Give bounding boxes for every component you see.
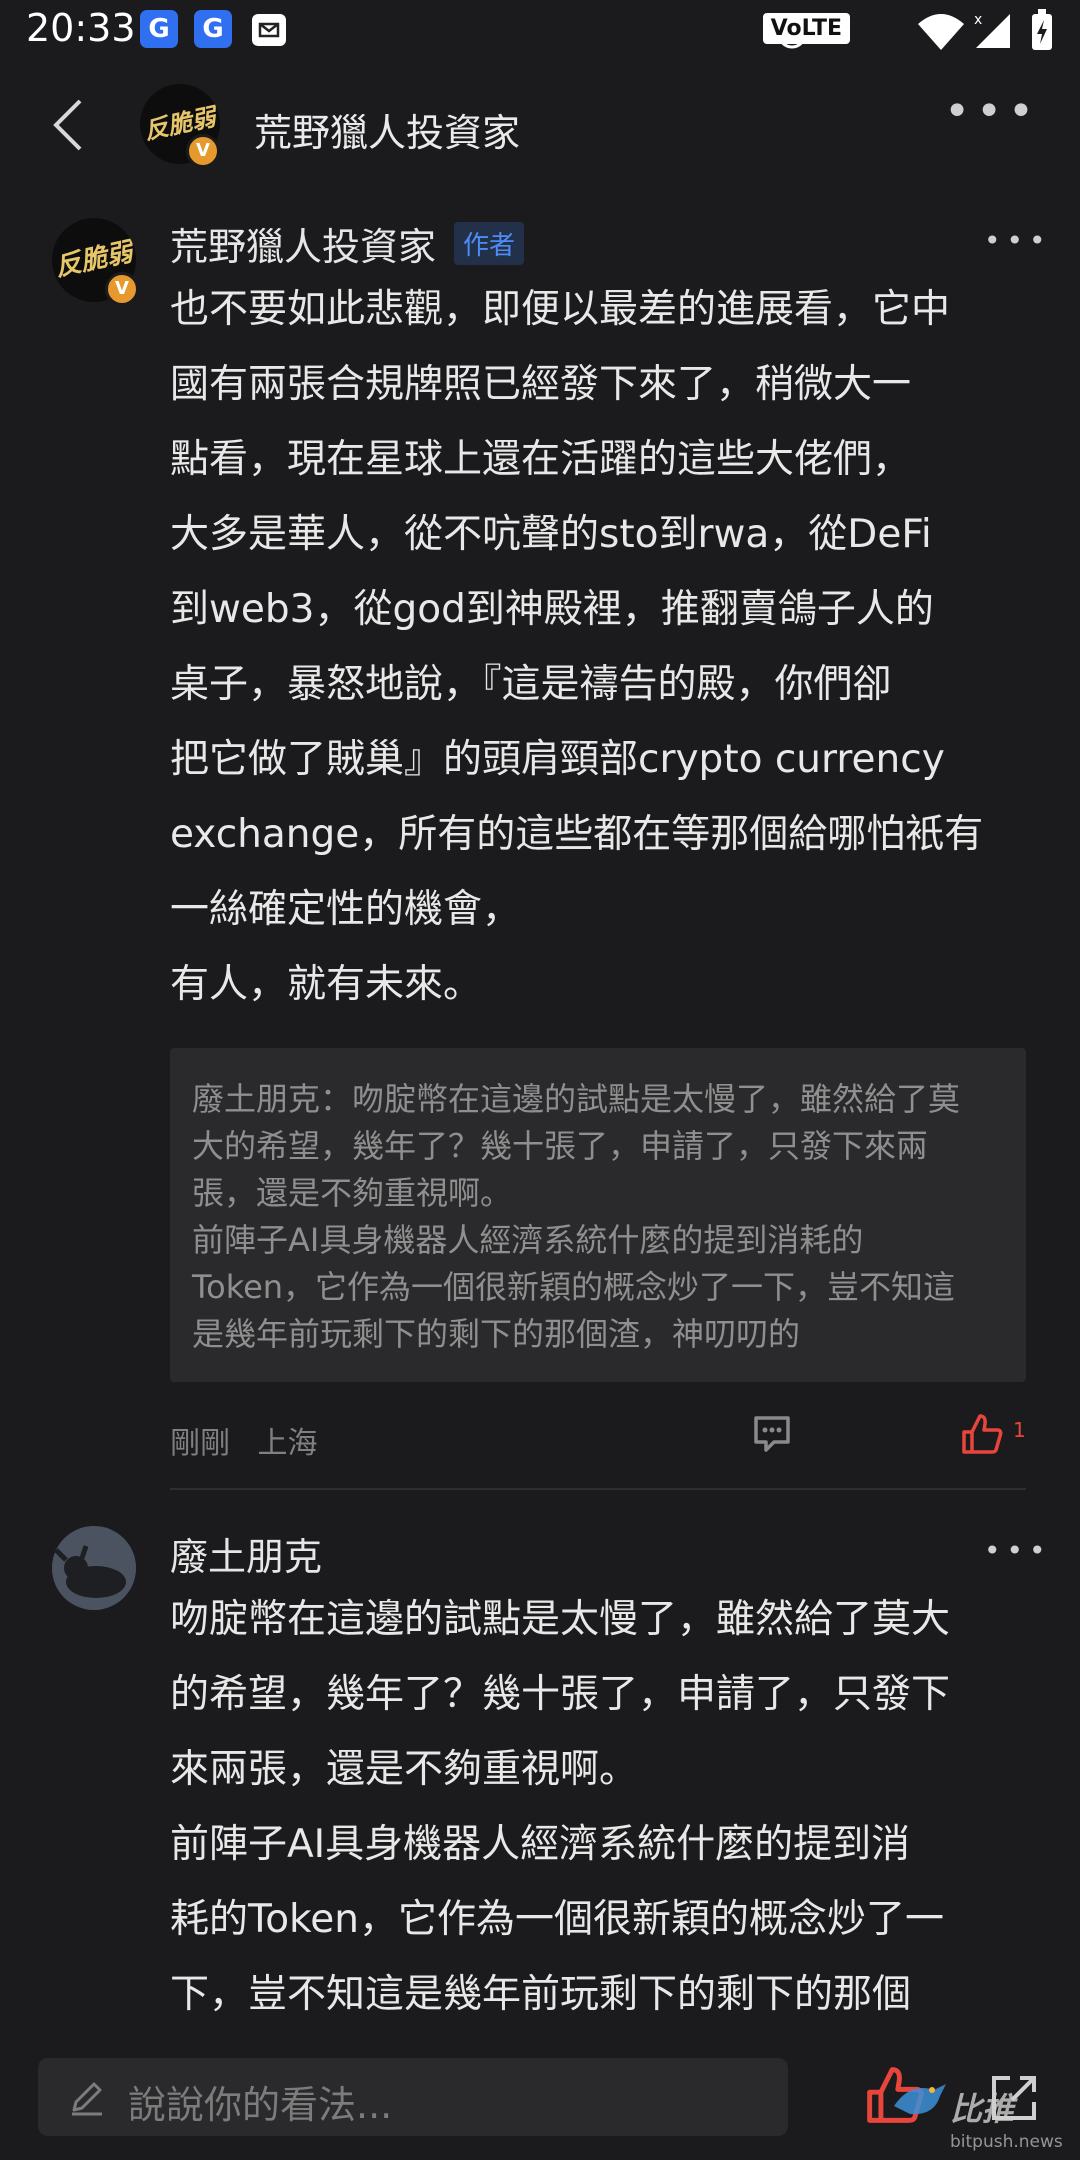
svg-text:x: x xyxy=(974,12,982,28)
comment-more-icon[interactable]: ••• xyxy=(984,1534,1052,1567)
verified-icon: V xyxy=(105,272,139,306)
comment-author[interactable]: 荒野獵人投資家 xyxy=(170,216,436,271)
comment-body: 也不要如此悲觀，即便以最差的進展看，它中 國有兩張合規牌照已經發下來了，稍微大一… xyxy=(170,287,984,1007)
top-bar: 反脆弱 V 荒野獵人投資家 ••• xyxy=(0,62,1080,192)
like-icon[interactable] xyxy=(960,1412,1004,1456)
app-g-icon: G xyxy=(194,10,232,48)
comment-avatar[interactable] xyxy=(52,1526,136,1610)
comment-divider xyxy=(170,1488,1026,1490)
reply-icon[interactable] xyxy=(752,1414,792,1454)
status-time: 20:33 xyxy=(26,6,136,50)
author-badge: 作者 xyxy=(454,222,525,265)
signal-icon: x xyxy=(974,12,1010,48)
battery-charging-icon xyxy=(1032,9,1052,50)
back-arrow-icon[interactable] xyxy=(50,97,86,153)
bull-statue-avatar xyxy=(52,1526,136,1610)
mail-icon xyxy=(252,14,286,46)
bottom-bar: 說說你的看法... 比推 bitpush.news xyxy=(0,2040,1080,2160)
more-options-icon[interactable]: ••• xyxy=(944,86,1040,137)
comment-more-icon[interactable]: ••• xyxy=(984,224,1052,257)
comment-author[interactable]: 廢土朋克 xyxy=(170,1526,322,1581)
wifi-icon xyxy=(918,14,964,50)
volte-badge: VoLTE xyxy=(762,13,850,44)
like-count: 1 xyxy=(1013,1418,1026,1442)
share-icon[interactable] xyxy=(988,2072,1040,2124)
header-title: 荒野獵人投資家 xyxy=(254,111,521,155)
input-placeholder: 說說你的看法... xyxy=(128,2083,393,2127)
status-bar: 20:33 G G VoLTE x xyxy=(0,0,1080,62)
watermark-domain: bitpush.news xyxy=(950,2132,1063,2152)
app-g-icon: G xyxy=(140,10,178,48)
pen-icon xyxy=(72,2082,102,2116)
comment-meta: 剛剛 上海 xyxy=(170,1418,336,1462)
quoted-comment[interactable]: 廢土朋克：吻腚幣在這邊的試點是太慢了，雖然給了莫 大的希望，幾年了？幾十張了，申… xyxy=(170,1048,1026,1382)
verified-icon: V xyxy=(186,134,220,168)
comment-input[interactable]: 說說你的看法... xyxy=(38,2058,788,2136)
watermark-bird-icon xyxy=(894,2084,946,2115)
comment-time: 剛剛 xyxy=(170,1426,230,1461)
comment-location: 上海 xyxy=(257,1426,318,1461)
comment-body: 吻腚幣在這邊的試點是太慢了，雖然給了莫大 的希望，幾年了？幾十張了，申請了，只發… xyxy=(170,1597,951,2017)
quoted-text: 廢土朋克：吻腚幣在這邊的試點是太慢了，雖然給了莫 大的希望，幾年了？幾十張了，申… xyxy=(192,1080,961,1353)
